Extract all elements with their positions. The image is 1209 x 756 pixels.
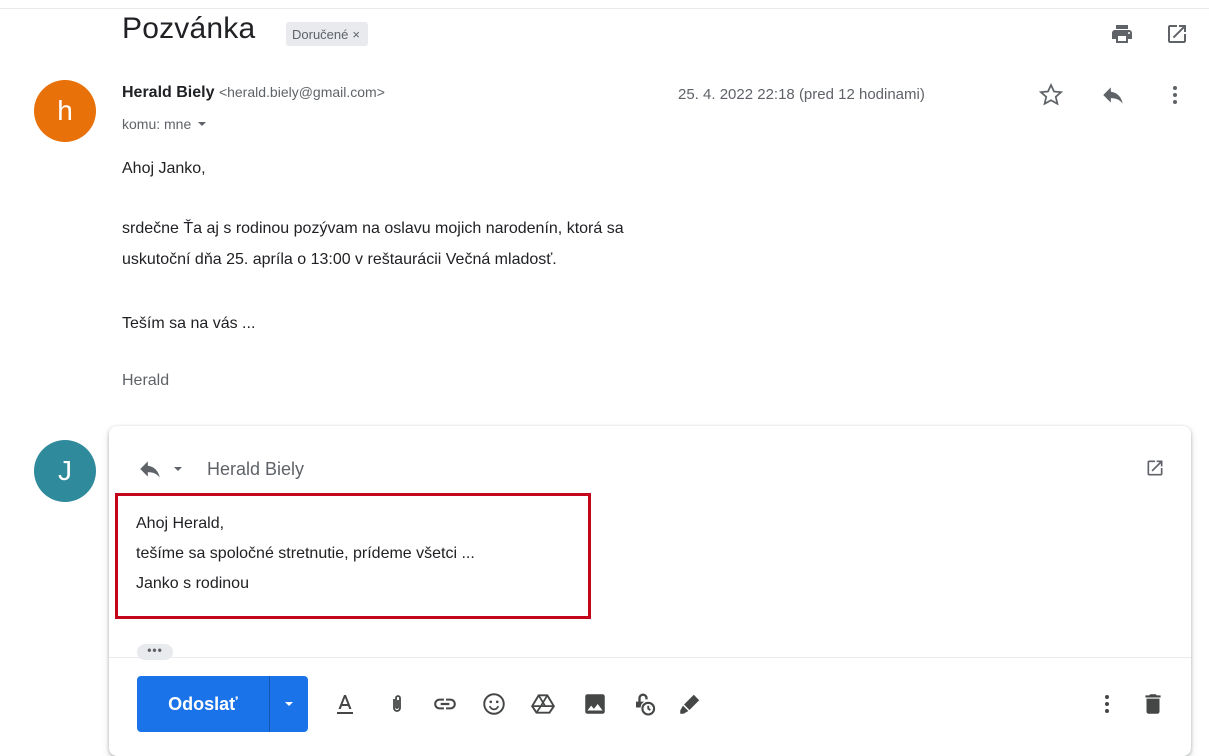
label-chip-inbox[interactable]: Doručené × bbox=[286, 22, 368, 46]
reply-composer: Herald Biely Ahoj Herald, tešíme sa spol… bbox=[109, 426, 1191, 756]
open-in-new-window-icon[interactable] bbox=[1163, 20, 1191, 48]
star-icon[interactable] bbox=[1036, 80, 1066, 110]
recipient-text: komu: mne bbox=[122, 116, 192, 132]
message-body-line-1: srdečne Ťa aj s rodinou pozývam na oslav… bbox=[122, 220, 624, 237]
sender-name[interactable]: Herald Biely bbox=[122, 84, 214, 101]
attach-file-icon[interactable] bbox=[383, 690, 411, 718]
message-closing: Teším sa na vás ... bbox=[122, 315, 256, 332]
message-signature: Herald bbox=[122, 372, 170, 389]
print-icon[interactable] bbox=[1108, 20, 1136, 48]
send-button[interactable]: Odoslať bbox=[137, 676, 269, 732]
reply-line-2[interactable]: tešíme sa spoločné stretnutie, prídeme v… bbox=[136, 545, 475, 563]
toolbar-divider bbox=[109, 657, 1191, 658]
message-date: 25. 4. 2022 22:18 (pred 12 hodinami) bbox=[678, 86, 925, 103]
confidential-mode-icon[interactable] bbox=[629, 690, 657, 718]
insert-signature-icon[interactable] bbox=[676, 690, 704, 718]
format-text-icon[interactable] bbox=[331, 690, 359, 718]
sender-line: Herald Biely <herald.biely@gmail.com> bbox=[122, 84, 385, 102]
sender-email: <herald.biely@gmail.com> bbox=[218, 84, 385, 100]
message-body-line-2: uskutoční dňa 25. apríla o 13:00 v rešta… bbox=[122, 251, 557, 268]
remove-label-button[interactable]: × bbox=[352, 27, 360, 42]
reply-line-3[interactable]: Janko s rodinou bbox=[136, 575, 249, 593]
discard-draft-icon[interactable] bbox=[1139, 690, 1167, 718]
top-divider bbox=[0, 8, 1209, 9]
sender-initial: h bbox=[57, 95, 73, 126]
caret-down-icon bbox=[285, 702, 293, 706]
reply-type-icon[interactable] bbox=[137, 456, 163, 482]
more-vert-icon[interactable] bbox=[1160, 80, 1190, 110]
user-initial: J bbox=[58, 455, 72, 486]
more-options-icon[interactable] bbox=[1093, 690, 1121, 718]
schedule-send-dropdown[interactable] bbox=[269, 676, 308, 732]
insert-emoji-icon[interactable] bbox=[480, 690, 508, 718]
reply-recipient-row: Herald Biely bbox=[137, 456, 304, 482]
reply-line-1[interactable]: Ahoj Herald, bbox=[136, 515, 224, 533]
recipient-details[interactable]: komu: mne bbox=[122, 116, 207, 132]
sender-avatar[interactable]: h bbox=[34, 80, 96, 142]
label-chip-text: Doručené bbox=[292, 26, 349, 42]
reply-recipient-name[interactable]: Herald Biely bbox=[207, 459, 304, 480]
insert-photo-icon[interactable] bbox=[581, 690, 609, 718]
reply-icon[interactable] bbox=[1098, 80, 1128, 110]
insert-link-icon[interactable] bbox=[431, 690, 459, 718]
caret-down-icon[interactable] bbox=[173, 464, 183, 474]
message-greeting: Ahoj Janko, bbox=[122, 160, 206, 177]
caret-down-icon bbox=[198, 122, 207, 126]
google-drive-icon[interactable] bbox=[529, 690, 557, 718]
user-avatar[interactable]: J bbox=[34, 440, 96, 502]
send-button-group: Odoslať bbox=[137, 676, 308, 732]
email-subject: Pozvánka bbox=[122, 12, 256, 45]
pop-out-reply-icon[interactable] bbox=[1143, 456, 1167, 480]
